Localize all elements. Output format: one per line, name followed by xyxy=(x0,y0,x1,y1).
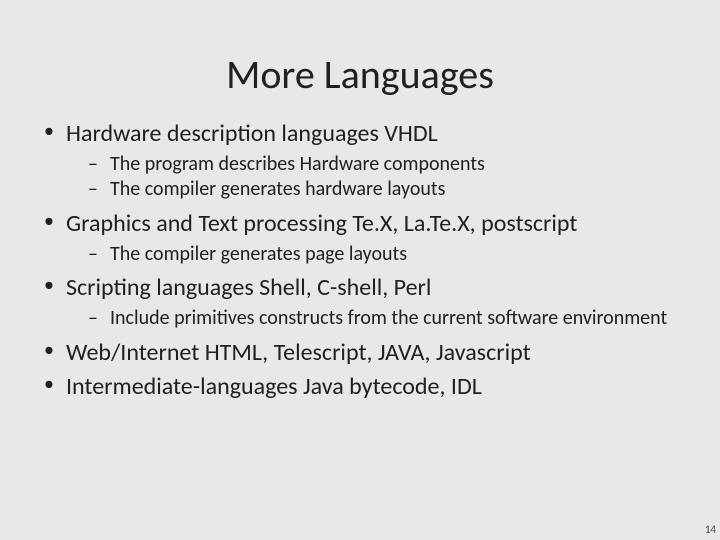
bullet-list: Hardware description languages VHDL The … xyxy=(42,119,678,403)
sub-list-item: Include primitives constructs from the c… xyxy=(66,306,678,332)
list-item-text: Scripting languages Shell, C-shell, Perl xyxy=(66,273,431,302)
list-item: Graphics and Text processing Te.X, La.Te… xyxy=(42,209,678,267)
slide: More Languages Hardware description lang… xyxy=(0,0,720,540)
list-item: Intermediate-languages Java bytecode, ID… xyxy=(42,372,678,403)
list-item-text: Intermediate-languages Java bytecode, ID… xyxy=(66,372,482,401)
sub-list: Include primitives constructs from the c… xyxy=(66,306,678,332)
list-item: Hardware description languages VHDL The … xyxy=(42,119,678,203)
sub-list-item: The program describes Hardware component… xyxy=(66,152,678,178)
sub-list: The compiler generates page layouts xyxy=(66,242,678,268)
list-item-text: Graphics and Text processing Te.X, La.Te… xyxy=(66,209,577,238)
page-number: 14 xyxy=(705,523,716,536)
list-item-text: Hardware description languages VHDL xyxy=(66,119,438,148)
list-item-text: Web/Internet HTML, Telescript, JAVA, Jav… xyxy=(66,338,531,367)
sub-list-item: The compiler generates hardware layouts xyxy=(66,177,678,203)
sub-list-item: The compiler generates page layouts xyxy=(66,242,678,268)
list-item: Web/Internet HTML, Telescript, JAVA, Jav… xyxy=(42,338,678,369)
slide-content: Hardware description languages VHDL The … xyxy=(0,119,720,403)
list-item: Scripting languages Shell, C-shell, Perl… xyxy=(42,273,678,331)
slide-title: More Languages xyxy=(0,0,720,119)
sub-list: The program describes Hardware component… xyxy=(66,152,678,203)
